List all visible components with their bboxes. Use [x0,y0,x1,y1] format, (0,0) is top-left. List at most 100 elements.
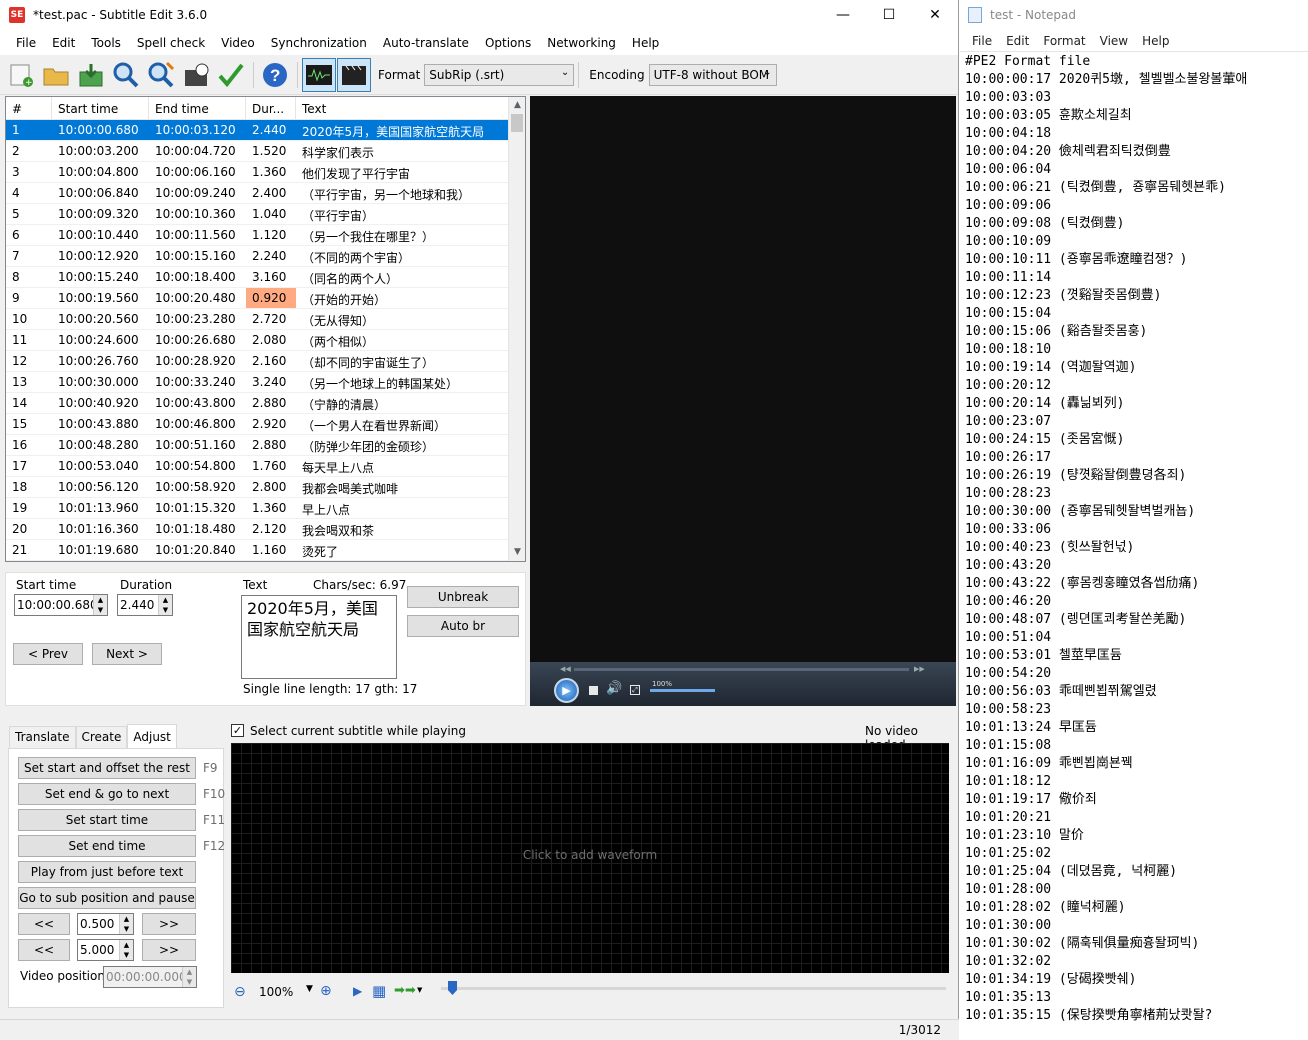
table-row[interactable]: 19 10:01:13.960 10:01:15.320 1.360 早上八点 [6,498,525,519]
tab-adjust[interactable]: Adjust [127,724,177,748]
prev-button[interactable]: < Prev [13,643,83,665]
tab-create[interactable]: Create [75,726,128,748]
np-menu-edit[interactable]: Edit [999,34,1036,48]
video-toggle-icon[interactable] [337,57,371,92]
table-row[interactable]: 4 10:00:06.840 10:00:09.240 2.400 （平行宇宙，另一个地… [6,183,525,204]
chevron-down-icon[interactable]: ▼ [417,986,422,994]
table-row[interactable]: 15 10:00:43.880 10:00:46.800 2.920 （一个男人在看世界… [6,414,525,435]
table-row[interactable]: 2 10:00:03.200 10:00:04.720 1.520 科学家们表示 [6,141,525,162]
menu-file[interactable]: File [8,36,44,50]
forward-large-button[interactable]: >> [142,939,196,961]
table-row[interactable]: 5 10:00:09.320 10:00:10.360 1.040 （平行宇宙） [6,204,525,225]
play-before-text-button[interactable]: Play from just before text [18,861,196,883]
scroll-thumb[interactable] [511,114,523,132]
step-large-input[interactable]: 5.000 ▲ ▼ [77,939,134,961]
table-row[interactable]: 12 10:00:26.760 10:00:28.920 2.160 （却不同的宇宙诞生… [6,351,525,372]
scroll-down-icon[interactable]: ▼ [509,544,525,561]
grid-scrollbar[interactable]: ▲ ▼ [508,97,525,561]
select-current-checkbox[interactable]: ✓ [231,724,244,737]
new-file-icon[interactable]: + [4,58,38,92]
menu-tools[interactable]: Tools [83,36,129,50]
notepad-text-area[interactable]: #PE2 Format file 10:00:00:17 2020퀴5墩, 첼벨벨… [960,52,1308,1025]
table-row[interactable]: 13 10:00:30.000 10:00:33.240 3.240 （另一个地球上的韩… [6,372,525,393]
table-row[interactable]: 9 10:00:19.560 10:00:20.480 0.920 （开始的开始） [6,288,525,309]
column-header-number[interactable]: # [6,97,52,119]
np-menu-format[interactable]: Format [1036,34,1092,48]
column-header-start-time[interactable]: Start time [52,97,149,119]
table-row[interactable]: 7 10:00:12.920 10:00:15.160 2.240 （不同的两个宇宙） [6,246,525,267]
table-row[interactable]: 10 10:00:20.560 10:00:23.280 2.720 （无从得知） [6,309,525,330]
spin-arrows-icon[interactable]: ▲ ▼ [182,967,196,987]
table-row[interactable]: 14 10:00:40.920 10:00:43.800 2.880 （宁静的清晨） [6,393,525,414]
waveform-toggle-icon[interactable] [302,57,336,92]
waveform-position-track[interactable] [441,987,946,990]
column-header-duration[interactable]: Dur... [246,97,296,119]
replace-icon[interactable] [144,58,178,92]
back-large-button[interactable]: << [18,939,70,961]
table-row[interactable]: 17 10:00:53.040 10:00:54.800 1.760 每天早上八点 [6,456,525,477]
zoom-value[interactable]: 100% [259,985,293,999]
table-row[interactable]: 11 10:00:24.600 10:00:26.680 2.080 （两个相似） [6,330,525,351]
play-icon[interactable]: ▶ [353,984,362,998]
start-time-input[interactable]: 10:00:00.680 ▲ ▼ [14,594,108,616]
minimize-icon[interactable]: — [820,0,866,30]
np-menu-file[interactable]: File [965,34,999,48]
subtitle-text-box[interactable]: 2020年5月，美国 国家航空航天局 [241,595,397,679]
close-icon[interactable]: ✕ [912,0,958,30]
zoom-in-icon[interactable]: ⊕ [320,983,332,999]
volume-slider[interactable] [650,689,715,692]
table-row[interactable]: 16 10:00:48.280 10:00:51.160 2.880 （防弹少年团的金硕… [6,435,525,456]
set-start-offset-button[interactable]: Set start and offset the rest [18,757,196,779]
waveform-area[interactable]: Click to add waveform [231,743,949,973]
encoding-select[interactable]: UTF-8 without BOM ⌄ [648,63,777,86]
zoom-out-icon[interactable]: ⊖ [234,984,246,1000]
table-row[interactable]: 3 10:00:04.800 10:00:06.160 1.360 他们发现了平行宇宙 [6,162,525,183]
video-position-bar[interactable] [574,668,909,671]
menu-edit[interactable]: Edit [44,36,83,50]
menu-networking[interactable]: Networking [539,36,624,50]
scroll-up-icon[interactable]: ▲ [509,97,525,114]
table-row[interactable]: 20 10:01:16.360 10:01:18.480 2.120 我会喝双和茶 [6,519,525,540]
waveform-position-thumb[interactable] [448,981,457,995]
step-small-input[interactable]: 0.500 ▲ ▼ [77,913,134,935]
chevron-down-icon[interactable]: ▼ [306,984,313,994]
table-row[interactable]: 6 10:00:10.440 10:00:11.560 1.120 （另一个我住在哪里？… [6,225,525,246]
volume-icon[interactable]: 🔊 [606,681,622,696]
menu-video[interactable]: Video [213,36,263,50]
next-button[interactable]: Next > [92,643,162,665]
duration-input[interactable]: 2.440 ▲ ▼ [117,594,173,616]
open-folder-icon[interactable] [39,58,73,92]
rewind-icon[interactable]: ◀◀ [560,665,571,673]
spin-arrows-icon[interactable]: ▲ ▼ [158,595,172,615]
menu-options[interactable]: Options [477,36,539,50]
go-to-sub-pause-button[interactable]: Go to sub position and pause [18,887,196,909]
save-icon[interactable] [74,58,108,92]
menu-help[interactable]: Help [624,36,667,50]
spell-check-icon[interactable] [214,58,248,92]
video-player[interactable] [530,96,956,706]
unbreak-button[interactable]: Unbreak [407,586,519,608]
find-icon[interactable] [109,58,143,92]
column-header-text[interactable]: Text [296,97,510,119]
menu-synchronization[interactable]: Synchronization [263,36,375,50]
np-menu-help[interactable]: Help [1135,34,1176,48]
tab-translate[interactable]: Translate [9,726,76,748]
fullscreen-icon[interactable]: ⤢ [630,685,640,695]
menu-auto-translate[interactable]: Auto-translate [375,36,477,50]
spin-arrows-icon[interactable]: ▲ ▼ [119,914,133,934]
table-row[interactable]: 18 10:00:56.120 10:00:58.920 2.800 我都会喝美式咖啡 [6,477,525,498]
forward-small-button[interactable]: >> [142,913,196,935]
table-row[interactable]: 8 10:00:15.240 10:00:18.400 3.160 （同名的两个人） [6,267,525,288]
spin-arrows-icon[interactable]: ▲ ▼ [119,940,133,960]
set-start-time-button[interactable]: Set start time [18,809,196,831]
visual-sync-icon[interactable] [179,58,213,92]
column-header-end-time[interactable]: End time [149,97,246,119]
spin-arrows-icon[interactable]: ▲ ▼ [93,595,107,615]
auto-br-button[interactable]: Auto br [407,615,519,637]
arrows-right-icon[interactable]: ➡➡ [394,983,416,998]
maximize-icon[interactable]: ☐ [866,0,912,30]
fast-forward-icon[interactable]: ▶▶ [914,665,925,673]
help-icon[interactable]: ? [258,58,292,92]
set-end-time-button[interactable]: Set end time [18,835,196,857]
format-select[interactable]: SubRip (.srt) ⌄ [424,63,575,86]
